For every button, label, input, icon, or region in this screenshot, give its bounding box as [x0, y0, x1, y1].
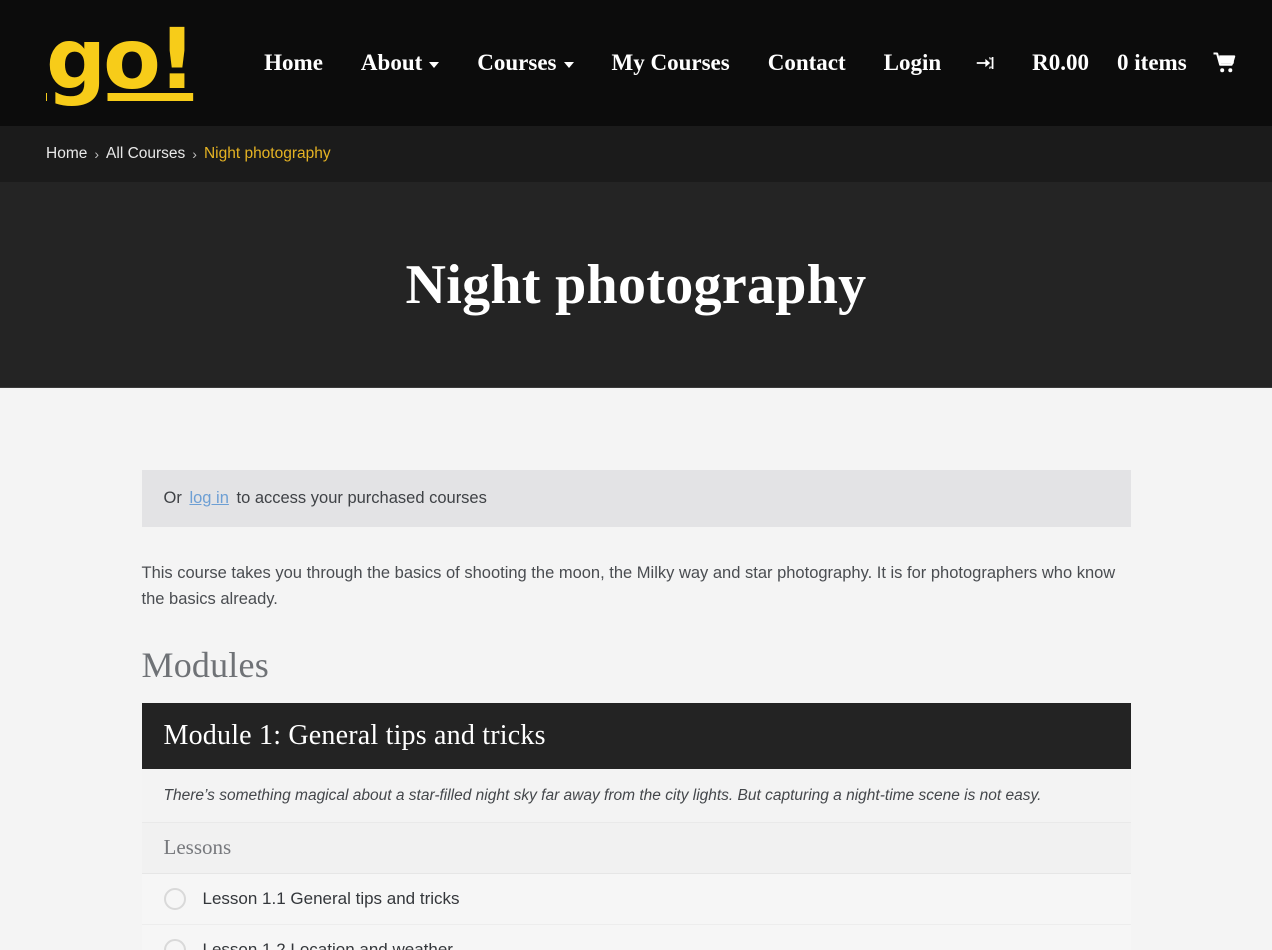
course-description: This course takes you through the basics…	[142, 561, 1122, 612]
modules-heading: Modules	[142, 644, 1131, 686]
lesson-row[interactable]: Lesson 1.2 Location and weather	[142, 925, 1131, 950]
breadcrumb: Home › All Courses › Night photography	[0, 126, 1272, 182]
chevron-down-icon	[429, 62, 439, 68]
breadcrumb-item-all-courses[interactable]: All Courses	[106, 145, 185, 163]
nav-link-login-label: Login	[884, 50, 942, 76]
lesson-label: Lesson 1.2 Location and weather	[203, 940, 453, 950]
login-link[interactable]: log in	[189, 489, 228, 507]
lesson-status-incomplete-icon	[164, 888, 186, 910]
page-hero: Night photography	[0, 182, 1272, 388]
nav-link-my-courses[interactable]: My Courses	[593, 44, 749, 82]
page-title: Night photography	[406, 253, 867, 317]
lesson-row[interactable]: Lesson 1.1 General tips and tricks	[142, 874, 1131, 925]
chevron-down-icon	[564, 62, 574, 68]
module-card: Module 1: General tips and tricks There’…	[142, 703, 1131, 950]
breadcrumb-item-current: Night photography	[204, 145, 331, 163]
cart-item-count: 0 items	[1103, 44, 1201, 82]
module-description: There’s something magical about a star-f…	[142, 769, 1131, 823]
module-title: Module 1: General tips and tricks	[164, 720, 546, 751]
lesson-status-incomplete-icon	[164, 939, 186, 950]
nav-link-about[interactable]: About	[342, 44, 458, 82]
nav-link-contact[interactable]: Contact	[749, 44, 865, 82]
lessons-section-header: Lessons	[142, 823, 1131, 874]
login-notice-suffix: to access your purchased courses	[236, 489, 486, 507]
cart-total-amount: R0.00	[1018, 44, 1103, 82]
nav-link-courses-label: Courses	[477, 50, 556, 76]
nav-link-courses[interactable]: Courses	[458, 44, 592, 82]
lesson-label: Lesson 1.1 General tips and tricks	[203, 889, 460, 909]
nav-link-home[interactable]: Home	[245, 44, 342, 82]
nav-link-about-label: About	[361, 50, 422, 76]
main-navbar: go! Home About Courses My Courses Contac…	[0, 0, 1272, 126]
site-logo[interactable]: go!	[46, 22, 193, 104]
nav-link-home-label: Home	[264, 50, 323, 76]
breadcrumb-separator: ›	[94, 146, 99, 162]
nav-link-login[interactable]: Login	[865, 44, 961, 82]
cart-area: R0.00 0 items	[1018, 44, 1249, 82]
module-header: Module 1: General tips and tricks	[142, 703, 1131, 769]
nav-link-contact-label: Contact	[768, 50, 846, 76]
shopping-cart-icon	[1213, 52, 1237, 74]
cart-button[interactable]	[1201, 46, 1249, 80]
main-content: Or log in to access your purchased cours…	[142, 388, 1131, 950]
login-notice: Or log in to access your purchased cours…	[142, 470, 1131, 527]
sign-in-icon-button[interactable]	[960, 46, 1010, 80]
nav-link-my-courses-label: My Courses	[612, 50, 730, 76]
login-notice-prefix: Or	[164, 489, 182, 507]
breadcrumb-separator: ›	[192, 146, 197, 162]
primary-nav: Home About Courses My Courses Contact Lo…	[245, 44, 1010, 82]
breadcrumb-item-home[interactable]: Home	[46, 145, 87, 163]
sign-in-icon	[974, 52, 996, 74]
